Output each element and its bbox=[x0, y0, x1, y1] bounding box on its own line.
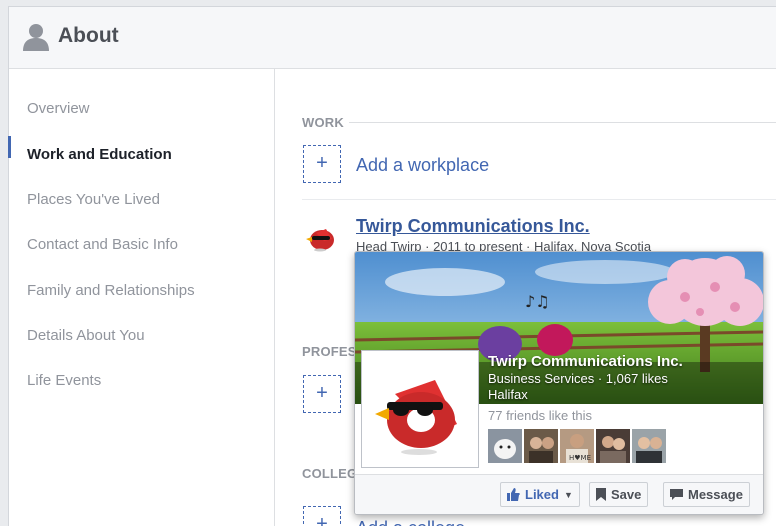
sidebar-item-life-events[interactable]: Life Events bbox=[27, 372, 101, 389]
sidebar-item-work-and-education[interactable]: Work and Education bbox=[27, 146, 172, 163]
friend-avatar[interactable] bbox=[632, 429, 666, 463]
hovercard-category: Business Services · 1,067 likes bbox=[488, 371, 668, 386]
row-divider bbox=[302, 199, 776, 200]
sidebar-item-details-about-you[interactable]: Details About You bbox=[27, 327, 145, 344]
message-button[interactable]: Message bbox=[663, 482, 750, 507]
friend-avatar[interactable] bbox=[524, 429, 558, 463]
chevron-down-icon: ▼ bbox=[563, 489, 573, 500]
page-hovercard[interactable]: ♪♫ Twirp Communications Inc. Business Se… bbox=[354, 251, 764, 515]
friend-avatar[interactable]: H♥ME bbox=[560, 429, 594, 463]
page-profile-picture[interactable] bbox=[361, 350, 479, 468]
college-section-heading: COLLEG bbox=[302, 466, 358, 481]
friend-thumbnails: H♥ME bbox=[488, 429, 666, 463]
bookmark-icon bbox=[596, 488, 606, 501]
sidebar-item-family-relationships[interactable]: Family and Relationships bbox=[27, 282, 195, 299]
save-button-label: Save bbox=[611, 487, 642, 502]
hovercard-actions: Liked ▼ Save Message bbox=[355, 474, 763, 514]
about-sidebar: Overview Work and Education Places You'v… bbox=[8, 69, 275, 526]
add-workplace-icon[interactable]: + bbox=[303, 145, 341, 183]
svg-text:♪♫: ♪♫ bbox=[525, 292, 550, 311]
liked-button-label: Liked bbox=[525, 487, 559, 502]
hovercard-page-name[interactable]: Twirp Communications Inc. bbox=[488, 353, 683, 370]
add-professional-icon[interactable]: + bbox=[303, 375, 341, 413]
add-workplace-link[interactable]: Add a workplace bbox=[356, 155, 489, 176]
sidebar-item-contact-info[interactable]: Contact and Basic Info bbox=[27, 236, 178, 253]
liked-button[interactable]: Liked ▼ bbox=[500, 482, 580, 507]
thumbs-up-icon bbox=[507, 488, 520, 501]
work-section-heading: WORK bbox=[302, 115, 344, 130]
add-college-link[interactable]: Add a college bbox=[356, 518, 465, 526]
twirp-logo-icon[interactable] bbox=[302, 219, 338, 255]
save-button[interactable]: Save bbox=[589, 482, 649, 507]
sidebar-item-overview[interactable]: Overview bbox=[27, 100, 90, 117]
friend-avatar[interactable] bbox=[488, 429, 522, 463]
workplace-name-link[interactable]: Twirp Communications Inc. bbox=[356, 216, 590, 237]
twirp-logo-icon bbox=[365, 354, 475, 464]
friend-avatar[interactable] bbox=[596, 429, 630, 463]
person-icon bbox=[23, 24, 49, 51]
svg-text:H♥ME: H♥ME bbox=[569, 454, 591, 462]
about-header: About bbox=[9, 7, 776, 69]
professional-section-heading: PROFES bbox=[302, 344, 357, 359]
add-college-icon[interactable]: + bbox=[303, 506, 341, 526]
message-button-label: Message bbox=[688, 487, 743, 502]
sidebar-item-places-lived[interactable]: Places You've Lived bbox=[27, 191, 160, 208]
page-title: About bbox=[58, 24, 119, 47]
active-nav-marker bbox=[8, 136, 11, 158]
message-icon bbox=[670, 488, 683, 500]
hovercard-city: Halifax bbox=[488, 387, 528, 402]
friends-like-count[interactable]: 77 friends like this bbox=[488, 408, 592, 423]
section-divider bbox=[349, 122, 776, 123]
